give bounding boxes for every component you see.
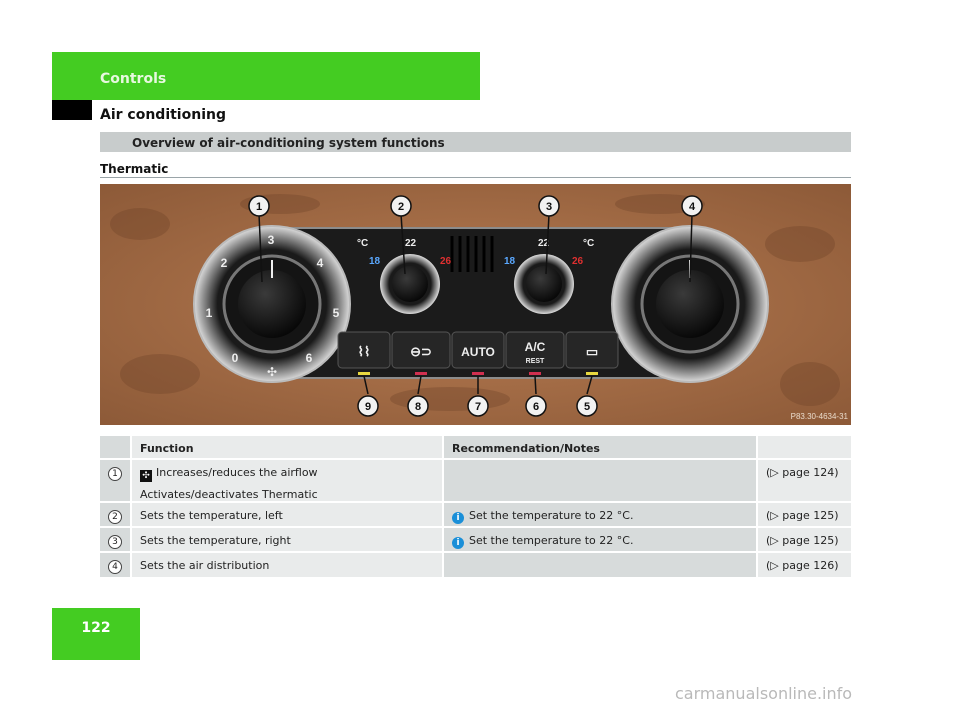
function-text-2: Activates/deactivates Thermatic [140, 488, 318, 501]
callout-4: 4 [689, 201, 696, 213]
header-notes: Recommendation/Notes [444, 436, 756, 458]
table-header: Function Recommendation/Notes [100, 436, 851, 458]
svg-text:⌇⌇: ⌇⌇ [358, 344, 371, 359]
page-number: 122 [81, 620, 111, 636]
fan-icon: ✣ [140, 470, 152, 482]
section-marker [52, 100, 92, 120]
page-ref[interactable]: (▷ page 124) [758, 460, 851, 501]
callout-5: 5 [584, 401, 590, 413]
function-text: Sets the temperature, right [132, 528, 442, 551]
svg-text:AUTO: AUTO [461, 345, 495, 359]
function-text: Sets the temperature, left [132, 503, 442, 526]
section-title: Controls [100, 71, 167, 87]
photo-reference: P83.30-4634-31 [791, 412, 849, 421]
note-text [444, 460, 756, 501]
note-text [444, 553, 756, 577]
callout-8: 8 [415, 401, 421, 413]
page-title: Air conditioning [100, 107, 226, 123]
svg-text:°C: °C [357, 238, 368, 249]
table-row: 4 Sets the air distribution (▷ page 126) [100, 553, 851, 577]
svg-text:18: 18 [504, 256, 516, 267]
svg-text:REST: REST [526, 358, 545, 365]
callout-3: 3 [546, 201, 552, 213]
header-function: Function [132, 436, 442, 458]
callout-1: 1 [256, 201, 262, 213]
svg-text:°C: °C [583, 238, 594, 249]
table-row: 1 ✣ Increases/reduces the airflow Activat… [100, 460, 851, 501]
svg-text:4: 4 [317, 256, 324, 270]
callout-7: 7 [475, 401, 481, 413]
page-ref[interactable]: (▷ page 125) [758, 503, 851, 526]
table-row: 3 Sets the temperature, right i Set the t… [100, 528, 851, 551]
climate-control-photo: 0 1 2 3 4 5 6 ✣ °C 22 18 26 22 °C 18 26 … [100, 184, 851, 425]
svg-text:26: 26 [572, 256, 584, 267]
callout-9: 9 [365, 401, 371, 413]
table-row: 2 Sets the temperature, left i Set the te… [100, 503, 851, 526]
svg-text:0: 0 [232, 351, 239, 365]
svg-text:▭: ▭ [586, 344, 598, 359]
system-heading: Thermatic [100, 162, 169, 176]
svg-text:A/C: A/C [525, 340, 546, 354]
svg-text:5: 5 [333, 306, 340, 320]
callout-6: 6 [533, 401, 539, 413]
svg-text:✣: ✣ [267, 365, 277, 379]
function-text: Sets the air distribution [132, 553, 442, 577]
info-icon: i [452, 537, 464, 549]
svg-text:3: 3 [268, 233, 275, 247]
svg-text:6: 6 [306, 351, 313, 365]
note-text: Set the temperature to 22 °C. [469, 509, 634, 522]
svg-text:⊖⊃: ⊖⊃ [410, 344, 432, 359]
function-text: Increases/reduces the airflow [156, 466, 318, 479]
row-number: 4 [108, 560, 122, 574]
overview-heading: Overview of air-conditioning system func… [132, 136, 445, 150]
svg-text:22: 22 [405, 238, 417, 249]
row-number: 2 [108, 510, 122, 524]
svg-text:1: 1 [206, 306, 213, 320]
info-icon: i [452, 512, 464, 524]
note-text: Set the temperature to 22 °C. [469, 534, 634, 547]
page-ref[interactable]: (▷ page 125) [758, 528, 851, 551]
svg-text:26: 26 [440, 256, 452, 267]
watermark: carmanualsonline.info [675, 684, 853, 703]
row-number: 1 [108, 467, 122, 481]
svg-text:2: 2 [221, 256, 228, 270]
page-ref[interactable]: (▷ page 126) [758, 553, 851, 577]
row-number: 3 [108, 535, 122, 549]
divider [100, 177, 851, 178]
callout-2: 2 [398, 201, 404, 213]
svg-text:18: 18 [369, 256, 381, 267]
